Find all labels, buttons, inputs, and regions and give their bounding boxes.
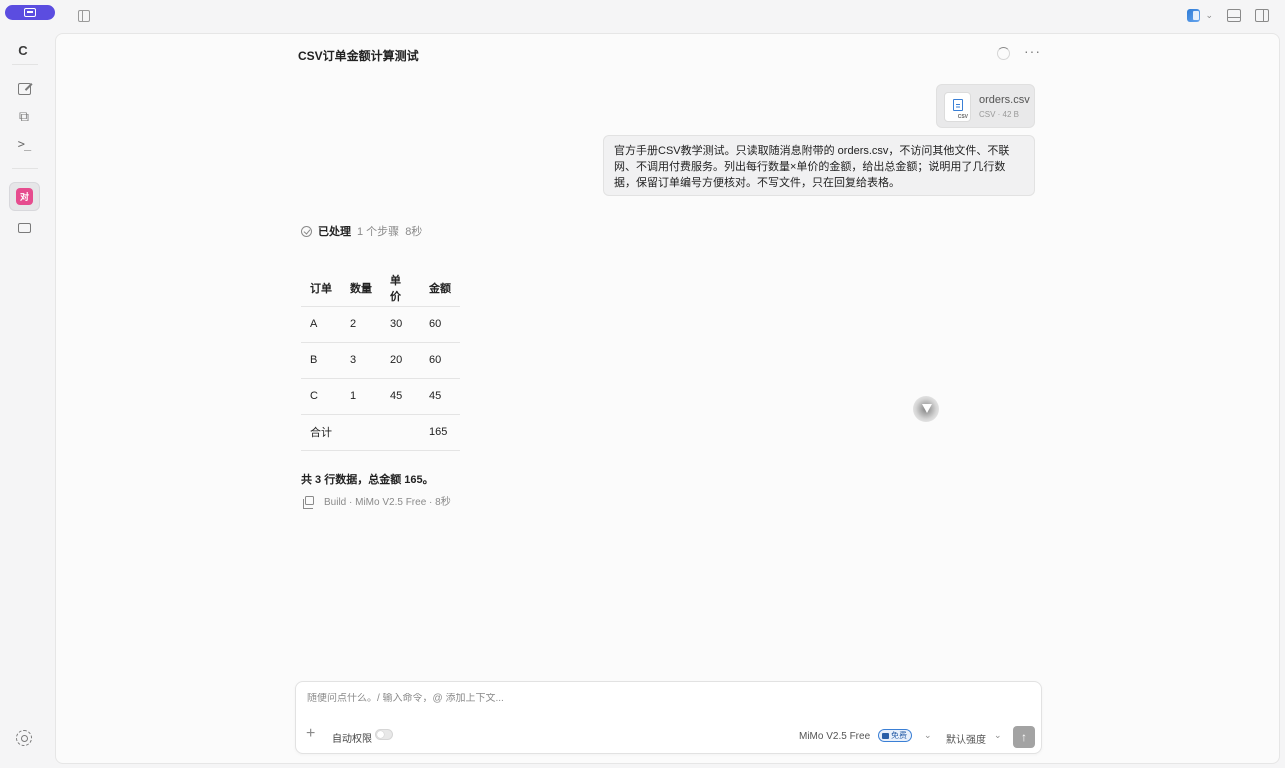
processed-steps: 1 个步骤: [357, 226, 400, 238]
new-session-button[interactable]: [14, 79, 34, 99]
document-icon: [953, 99, 963, 111]
file-ext-label: CSV: [957, 114, 968, 120]
divider: [12, 168, 38, 169]
table-cell: A: [301, 306, 341, 343]
table-header-cell: 金额: [420, 270, 460, 307]
folder-icon: [17, 223, 31, 233]
auto-permission-toggle[interactable]: [375, 729, 393, 740]
toggle-bottom-panel-icon[interactable]: [1227, 9, 1241, 22]
toggle-right-panel-icon[interactable]: [1255, 9, 1269, 22]
settings-gear-icon[interactable]: [16, 730, 32, 746]
table-total-row: 合计 165: [301, 414, 460, 451]
copy-icon[interactable]: [303, 496, 314, 509]
processed-duration: 8秒: [405, 226, 423, 238]
more-options-icon[interactable]: ···: [1024, 43, 1041, 59]
model-chevron-down-icon[interactable]: ⌄: [924, 730, 932, 741]
result-table: 订单 数量 单价 金额 A 2 30 60 B 3 20 60 C 1 45 4…: [301, 270, 460, 451]
table-row: B 3 20 60: [301, 342, 460, 379]
processed-status[interactable]: 已处理 1 个步骤 8秒: [301, 223, 422, 239]
table-cell: 60: [420, 306, 460, 343]
folder-button[interactable]: [14, 218, 34, 238]
build-info: Build · MiMo V2.5 Free · 8秒: [303, 493, 451, 509]
badge-icon: [882, 732, 889, 739]
table-cell: 60: [420, 342, 460, 379]
top-right-controls: ⌄: [1187, 9, 1269, 22]
tag-icon: ⧉: [19, 107, 29, 124]
sidebar-toggle-icon[interactable]: [78, 10, 90, 22]
summary-text: 共 3 行数据，总金额 165。: [301, 474, 434, 486]
composer: + 自动权限 MiMo V2.5 Free 免费 ⌄ 默认强度 ⌄ ↑: [295, 681, 1042, 754]
attachment-card[interactable]: CSV orders.csv CSV · 42 B: [936, 84, 1035, 128]
table-cell: 3: [341, 342, 381, 379]
table-cell: B: [301, 342, 341, 379]
free-badge-label: 免费: [891, 731, 907, 740]
title-bar: ⌄: [0, 0, 1285, 32]
table-cell: 45: [420, 378, 460, 415]
tags-button[interactable]: ⧉: [14, 106, 34, 126]
cursor-icon: [922, 404, 932, 413]
table-cell: C: [301, 378, 341, 415]
build-text: Build · MiMo V2.5 Free · 8秒: [324, 497, 451, 508]
table-cell: 45: [381, 378, 420, 415]
table-cell: 20: [381, 342, 420, 379]
chevron-down-icon[interactable]: ⌄: [1205, 10, 1213, 21]
table-cell: [341, 414, 381, 451]
table-cell: 2: [341, 306, 381, 343]
strength-chevron-down-icon[interactable]: ⌄: [994, 730, 1002, 741]
left-rail: C ⧉ >_ 对: [0, 32, 50, 768]
terminal-button[interactable]: >_: [14, 134, 34, 154]
table-row: C 1 45 45: [301, 378, 460, 415]
add-attachment-icon[interactable]: +: [306, 726, 315, 742]
model-selector[interactable]: MiMo V2.5 Free: [799, 731, 870, 742]
open-in-editor-icon[interactable]: [1187, 9, 1201, 22]
session-title: CSV订单金额计算测试: [298, 49, 419, 63]
divider: [12, 64, 38, 65]
table-header-cell: 单价: [381, 270, 420, 307]
edit-icon: [17, 83, 31, 95]
terminal-icon: >_: [17, 137, 31, 151]
window-icon: [24, 8, 36, 17]
file-meta: CSV · 42 B: [979, 110, 1020, 119]
arrow-up-icon: ↑: [1021, 730, 1027, 744]
loading-spinner-icon: [997, 47, 1010, 60]
workspace-avatar[interactable]: C: [0, 43, 46, 58]
main-panel: CSV订单金额计算测试 ··· CSV orders.csv CSV · 42 …: [55, 33, 1280, 764]
table-cell: 165: [420, 414, 460, 451]
processed-label: 已处理: [318, 226, 351, 238]
file-icon: CSV: [944, 92, 971, 122]
table-header-cell: 数量: [341, 270, 381, 307]
strength-selector[interactable]: 默认强度: [946, 731, 986, 746]
prompt-input[interactable]: [307, 693, 907, 704]
send-button[interactable]: ↑: [1013, 726, 1035, 748]
table-header-cell: 订单: [301, 270, 341, 307]
table-cell: [381, 414, 420, 451]
free-badge: 免费: [878, 729, 912, 742]
table-cell: 30: [381, 306, 420, 343]
auto-permission-label: 自动权限: [332, 734, 372, 745]
session-badge: 对: [16, 188, 33, 205]
app-switcher-button[interactable]: [5, 5, 55, 20]
file-name: orders.csv: [979, 94, 1030, 106]
check-circle-icon: [301, 225, 312, 237]
table-header-row: 订单 数量 单价 金额: [301, 270, 460, 307]
table-row: A 2 30 60: [301, 306, 460, 343]
user-message: 官方手册CSV教学测试。只读取随消息附带的 orders.csv，不访问其他文件…: [603, 135, 1035, 196]
table-cell: 合计: [301, 414, 341, 451]
active-session-button[interactable]: 对: [9, 182, 40, 211]
table-cell: 1: [341, 378, 381, 415]
